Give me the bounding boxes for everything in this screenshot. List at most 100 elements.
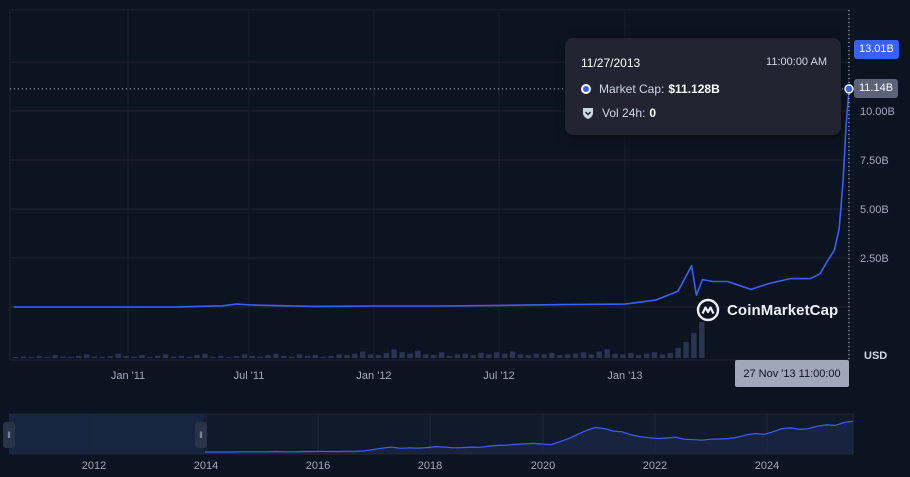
navigator-right-handle[interactable]: ‖ <box>195 422 207 448</box>
crosshair-date-badge: 27 Nov '13 11:00:00 <box>735 360 849 387</box>
volume-bar <box>36 355 43 358</box>
x-tick-label: Jan '12 <box>356 370 391 382</box>
volume-bar <box>257 356 263 358</box>
volume-bar <box>462 353 468 358</box>
volume-bar <box>572 353 579 358</box>
volume-bar <box>612 353 618 358</box>
x-tick-label: Jan '13 <box>607 370 642 382</box>
navigator-x-label: 2012 <box>82 460 106 472</box>
volume-bar <box>399 352 405 358</box>
volume-bar <box>218 355 224 358</box>
volume-bar <box>446 355 453 358</box>
volume-bar <box>99 357 106 358</box>
volume-bar <box>186 356 192 358</box>
navigator-x-label: 2022 <box>643 460 667 472</box>
navigator-x-label: 2024 <box>755 460 779 472</box>
volume-bar <box>147 357 153 358</box>
watermark-text: CoinMarketCap <box>727 301 839 319</box>
volume-bar <box>13 357 19 358</box>
navigator-x-label: 2020 <box>531 460 555 472</box>
coinmarketcap-watermark: CoinMarketCap <box>696 298 838 322</box>
tooltip-market-cap-row: Market Cap: $11.128B <box>581 82 720 96</box>
volume-bar <box>454 354 461 358</box>
x-tick-label: Jul '12 <box>483 370 514 382</box>
volume-bar <box>202 353 208 358</box>
volume-bar <box>281 355 287 358</box>
volume-bar <box>675 347 681 358</box>
navigator-x-label: 2014 <box>194 460 218 472</box>
coinmarketcap-logo-icon <box>696 298 720 322</box>
navigator-selection <box>9 414 204 454</box>
volume-bar <box>52 355 58 358</box>
crosshair-point <box>844 84 854 94</box>
volume-bar <box>304 355 311 358</box>
volume-bar <box>139 355 145 358</box>
volume-bar <box>273 353 279 358</box>
navigator-x-label: 2016 <box>306 460 330 472</box>
volume-bar <box>604 349 610 358</box>
high-value-badge: 13.01B <box>854 40 899 59</box>
volume-bar <box>352 353 358 358</box>
volume-bar <box>375 355 382 358</box>
volume-bar <box>68 357 74 358</box>
chart-tooltip: 11/27/2013 11:00:00 AM Market Cap: $11.1… <box>565 38 841 135</box>
current-value-badge: 11.14B <box>854 79 899 98</box>
volume-bar <box>699 322 705 358</box>
volume-bar <box>344 355 350 358</box>
volume-bar <box>407 353 413 358</box>
currency-label: USD <box>864 350 888 362</box>
volume-bar <box>60 356 66 358</box>
volume-bar <box>131 356 137 358</box>
volume-bar <box>557 355 563 358</box>
volume-bar <box>494 352 500 358</box>
volume-bar <box>478 352 484 358</box>
volume-bar <box>565 354 571 358</box>
volume-shield-icon <box>583 108 593 119</box>
volume-bar <box>383 352 390 358</box>
volume-bar <box>470 355 476 358</box>
volume-bar <box>289 356 295 358</box>
navigator-left-handle[interactable]: ‖ <box>3 422 15 448</box>
volume-bar <box>360 351 366 358</box>
y-tick-label: 2.50B <box>860 253 889 265</box>
y-tick-label: 7.50B <box>860 155 889 167</box>
volume-bar <box>336 354 342 358</box>
volume-bar <box>178 355 184 358</box>
x-tick-label: Jan '11 <box>111 370 145 382</box>
volume-bar <box>580 352 587 358</box>
navigator-x-label: 2018 <box>418 460 442 472</box>
volume-bar <box>509 351 516 358</box>
volume-bar <box>107 356 114 358</box>
volume-bar <box>438 352 445 358</box>
volume-bar <box>44 356 50 358</box>
volume-bar <box>28 357 35 358</box>
volume-bar <box>517 354 524 358</box>
y-tick-label: 5.00B <box>860 204 889 216</box>
volume-bar <box>683 342 689 358</box>
x-tick-label: Jul '11 <box>234 370 265 382</box>
chart-stage: 2.50B 5.00B 7.50B 10.00B Jan '11 Jul '11 Jan '… <box>0 0 910 472</box>
volume-bar <box>391 349 397 358</box>
volume-bar <box>549 352 555 358</box>
volume-bar <box>225 357 232 358</box>
tooltip-market-cap-label: Market Cap: <box>599 82 665 96</box>
volume-bar <box>643 353 650 358</box>
volume-bar <box>320 356 326 358</box>
volume-bar <box>596 351 602 358</box>
y-tick-label: 10.00B <box>860 106 895 118</box>
tooltip-time: 11:00:00 AM <box>766 56 827 68</box>
volume-bar <box>691 332 697 358</box>
volume-bar <box>486 354 492 358</box>
volume-bar <box>170 356 177 358</box>
volume-bar <box>651 352 658 358</box>
volume-bar <box>501 353 508 358</box>
volume-bar <box>636 355 642 358</box>
volume-bar <box>123 355 129 358</box>
volume-bar <box>162 354 169 358</box>
volume-bar <box>415 350 421 358</box>
volume-bar <box>249 355 255 358</box>
volume-bar <box>83 354 90 358</box>
volume-bar <box>194 355 200 358</box>
volume-bar <box>367 354 374 358</box>
tooltip-date: 11/27/2013 <box>581 56 641 70</box>
